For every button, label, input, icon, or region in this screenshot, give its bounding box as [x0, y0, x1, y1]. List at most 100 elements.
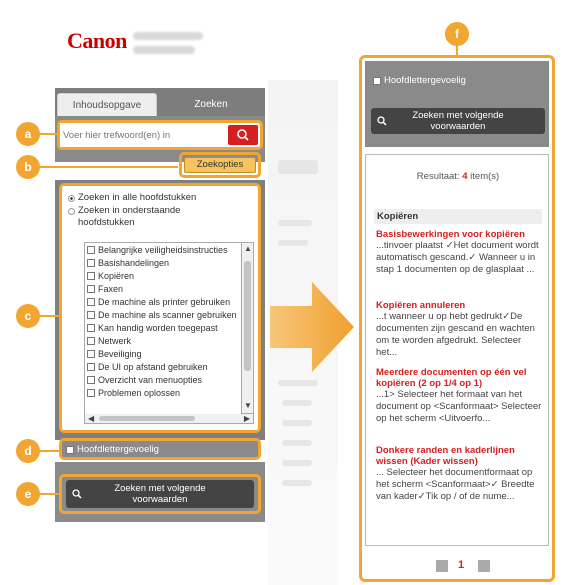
chapter-label: Kan handig worden toegepast — [98, 322, 218, 333]
chevron-right-icon[interactable]: ▶ — [244, 414, 250, 423]
chapter-label: De UI op afstand gebruiken — [98, 361, 208, 372]
chapter-label: De machine als scanner gebruiken — [98, 309, 237, 320]
result-category: Kopiëren — [374, 209, 542, 224]
tab-search[interactable]: Zoeken — [159, 93, 263, 116]
checkbox[interactable] — [87, 245, 95, 254]
list-item[interactable]: Kan handig worden toegepast — [85, 321, 241, 334]
search-input[interactable] — [60, 123, 226, 147]
chapter-label: Problemen oplossen — [98, 387, 181, 398]
blurred-heading — [278, 160, 318, 174]
checkbox[interactable] — [87, 349, 95, 358]
connector-line — [38, 450, 60, 452]
next-page-button[interactable] — [478, 560, 490, 572]
list-item[interactable]: Netwerk — [85, 334, 241, 347]
page-number[interactable]: 1 — [458, 559, 464, 571]
chapter-label: Kopiëren — [98, 270, 135, 281]
result-title-link[interactable]: Basisbewerkingen voor kopiëren — [376, 229, 544, 240]
search-icon — [377, 116, 387, 126]
vertical-scrollbar[interactable]: ▲ ▼ — [242, 242, 254, 414]
badge-b: b — [16, 155, 40, 179]
result-count-prefix: Resultaat: — [416, 171, 460, 182]
results-toolbar: Hoofdlettergevoelig Zoeken met volgende … — [365, 61, 549, 147]
pagination: 1 — [362, 558, 552, 574]
chapter-label: Netwerk — [98, 335, 132, 346]
list-item[interactable]: Beveiliging — [85, 347, 241, 360]
list-item[interactable]: Belangrijke veiligheidsinstructies — [85, 243, 241, 256]
radio-selected-chapters[interactable]: Zoeken in onderstaande hoofdstukken — [68, 205, 238, 229]
result-snippet: ...tinvoer plaatst ✓Het document wordt a… — [376, 240, 539, 275]
search-with-conditions-button[interactable]: Zoeken met volgende voorwaarden — [66, 480, 254, 508]
blurred-text — [282, 400, 312, 406]
chevron-left-icon[interactable]: ◀ — [88, 414, 94, 423]
radio-button[interactable] — [68, 208, 75, 215]
arrow-right-icon — [270, 282, 354, 372]
list-item[interactable]: Basishandelingen — [85, 256, 241, 269]
list-item[interactable]: Kopiëren — [85, 269, 241, 282]
chevron-down-icon[interactable]: ▼ — [244, 402, 252, 410]
search-button[interactable] — [228, 125, 258, 145]
chapter-label: Overzicht van menuopties — [98, 374, 203, 385]
checkbox[interactable] — [87, 258, 95, 267]
result-count-number: 4 — [462, 171, 468, 182]
list-item[interactable]: De machine als printer gebruiken — [85, 295, 241, 308]
help-sidebar: Canon Inhoudsopgave Zoeken Zoekopties Zo… — [55, 0, 267, 585]
search-with-conditions-button[interactable]: Zoeken met volgende voorwaarden — [371, 108, 545, 134]
list-item[interactable]: Faxen — [85, 282, 241, 295]
button-line-1: Zoeken met volgende — [412, 110, 504, 121]
checkbox[interactable] — [87, 323, 95, 332]
search-icon — [72, 489, 82, 499]
connector-line — [38, 493, 60, 495]
result-title-link[interactable]: Donkere randen en kaderlijnen wissen (Ka… — [376, 445, 544, 467]
list-item[interactable]: Problemen oplossen — [85, 386, 241, 399]
horizontal-scrollbar[interactable]: ◀ ▶ — [84, 414, 254, 424]
scrollbar-thumb[interactable] — [99, 416, 195, 421]
chevron-up-icon[interactable]: ▲ — [244, 245, 252, 253]
checkbox[interactable] — [87, 375, 95, 384]
list-item[interactable]: De UI op afstand gebruiken — [85, 360, 241, 373]
case-sensitive-option[interactable]: Hoofdlettergevoelig — [66, 444, 159, 455]
checkbox[interactable] — [87, 362, 95, 371]
search-options-button[interactable]: Zoekopties — [184, 157, 256, 173]
badge-e: e — [16, 482, 40, 506]
list-item[interactable]: Overzicht van menuopties — [85, 373, 241, 386]
badge-a: a — [16, 122, 40, 146]
tab-contents[interactable]: Inhoudsopgave — [57, 93, 157, 116]
chapter-label: De machine als printer gebruiken — [98, 296, 231, 307]
blurred-product-name — [133, 32, 203, 40]
result-item[interactable]: Meerdere documenten op één vel kopiëren … — [376, 367, 544, 425]
results-list: Resultaat: 4 item(s) Kopiëren Basisbewer… — [365, 154, 549, 546]
result-count-suffix: item(s) — [470, 171, 500, 182]
result-title-link[interactable]: Kopiëren annuleren — [376, 300, 544, 311]
result-snippet: ... Selecteer het documentformaat op het… — [376, 467, 535, 502]
case-sensitive-option[interactable]: Hoofdlettergevoelig — [373, 75, 466, 86]
chapter-label: Basishandelingen — [98, 257, 170, 268]
checkbox[interactable] — [87, 271, 95, 280]
badge-c: c — [16, 304, 40, 328]
radio-button-selected[interactable] — [68, 195, 75, 202]
blurred-text — [278, 380, 318, 386]
blurred-text — [282, 480, 312, 486]
search-scope-box: Zoeken in alle hoofdstukken Zoeken in on… — [59, 183, 261, 433]
result-item[interactable]: Donkere randen en kaderlijnen wissen (Ka… — [376, 445, 544, 503]
result-title-link[interactable]: Meerdere documenten op één vel kopiëren … — [376, 367, 544, 389]
checkbox[interactable] — [87, 297, 95, 306]
checkbox[interactable] — [373, 76, 381, 85]
checkbox[interactable] — [87, 310, 95, 319]
prev-page-button[interactable] — [436, 560, 448, 572]
badge-d: d — [16, 439, 40, 463]
case-sensitive-label: Hoofdlettergevoelig — [77, 444, 159, 455]
result-item[interactable]: Basisbewerkingen voor kopiëren ...tinvoe… — [376, 229, 544, 276]
search-options-highlight: Zoekopties — [179, 152, 261, 178]
checkbox[interactable] — [87, 336, 95, 345]
button-line-1: Zoeken met volgende — [114, 483, 206, 494]
list-item[interactable]: De machine als scanner gebruiken — [85, 308, 241, 321]
checkbox[interactable] — [87, 388, 95, 397]
condition-search-highlight: Zoeken met volgende voorwaarden — [59, 474, 261, 514]
result-item[interactable]: Kopiëren annuleren ...t wanneer u op heb… — [376, 300, 544, 359]
button-line-2: voorwaarden — [132, 494, 188, 505]
checkbox[interactable] — [66, 445, 74, 454]
scrollbar-thumb[interactable] — [244, 261, 251, 371]
radio-all-chapters[interactable]: Zoeken in alle hoofdstukken — [68, 192, 196, 204]
tab-bar: Inhoudsopgave Zoeken — [55, 88, 265, 116]
checkbox[interactable] — [87, 284, 95, 293]
